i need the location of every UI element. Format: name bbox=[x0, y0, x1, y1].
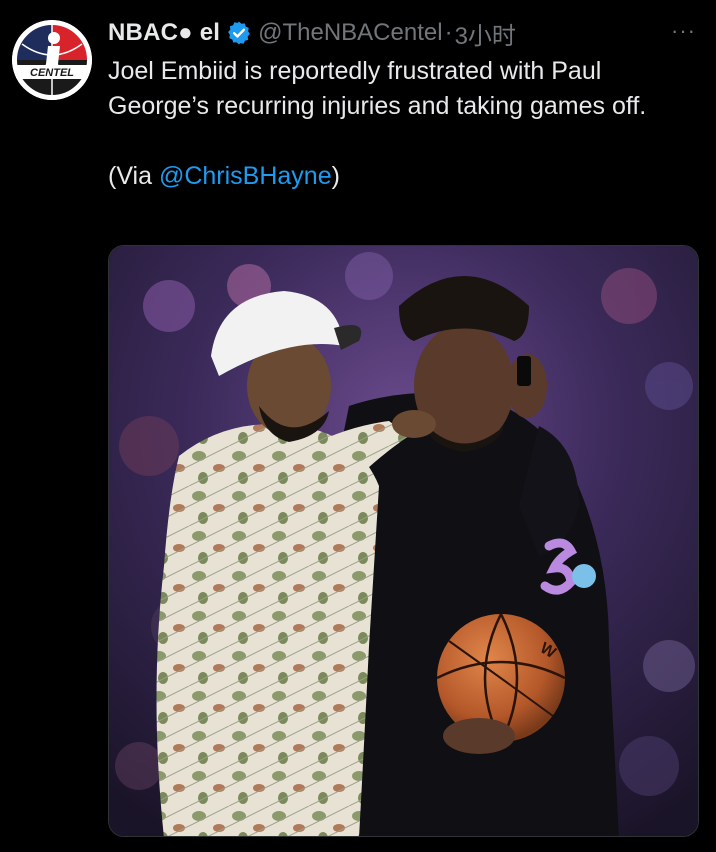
via-prefix: (Via bbox=[108, 162, 159, 190]
tweet-body: Joel Embiid is reportedly frustrated wit… bbox=[108, 57, 647, 120]
user-handle[interactable]: @TheNBACentel bbox=[258, 19, 442, 47]
centel-logo-icon: CENTEL bbox=[12, 20, 92, 100]
tweet-photo[interactable]: W bbox=[108, 245, 699, 837]
more-options-icon[interactable]: ··· bbox=[671, 18, 696, 44]
via-mention-link[interactable]: @ChrisBHayne bbox=[159, 162, 332, 190]
tweet-text: Joel Embiid is reportedly frustrated wit… bbox=[108, 54, 688, 194]
tweet[interactable]: CENTEL NBAC● el @TheNBACentel · 3小时 ··· … bbox=[0, 0, 716, 852]
timestamp[interactable]: 3小时 bbox=[455, 16, 516, 51]
via-suffix: ) bbox=[331, 162, 340, 190]
avatar-logo-text: CENTEL bbox=[30, 67, 74, 79]
display-name[interactable]: NBAC● el bbox=[108, 19, 220, 47]
separator-dot: · bbox=[444, 19, 453, 46]
tweet-via-line: (Via @ChrisBHayne) bbox=[108, 159, 688, 194]
tweet-header: NBAC● el @TheNBACentel · 3小时 ··· bbox=[108, 16, 696, 50]
avatar[interactable]: CENTEL bbox=[12, 20, 92, 100]
photo-image: W bbox=[109, 246, 698, 836]
verified-badge-icon bbox=[226, 20, 252, 46]
